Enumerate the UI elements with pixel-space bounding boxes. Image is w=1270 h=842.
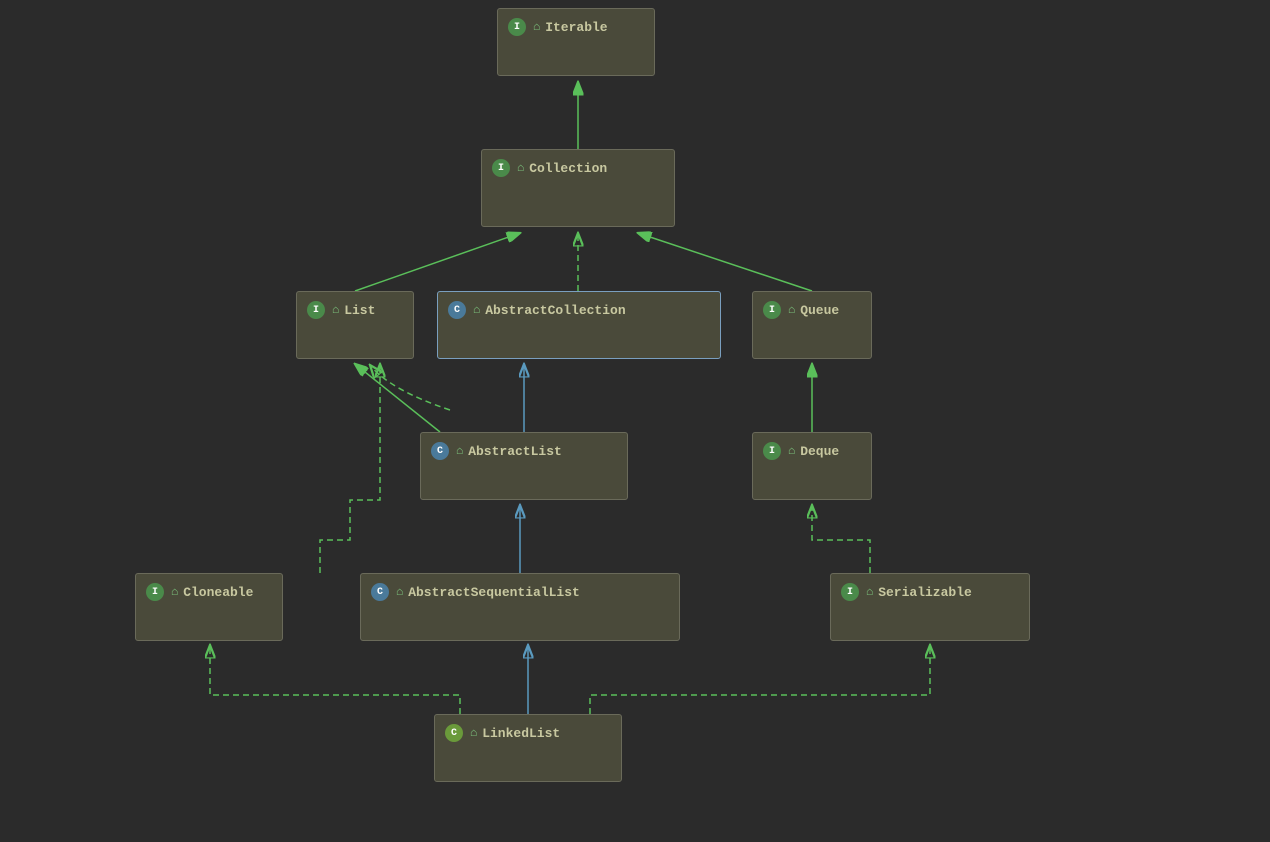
node-abstractlist-header: C ⌂ AbstractList bbox=[421, 433, 627, 469]
collection-body bbox=[482, 186, 674, 206]
cloneable-type-icon: I bbox=[146, 583, 164, 601]
abstractcollection-body bbox=[438, 328, 720, 348]
abstractcollection-label: AbstractCollection bbox=[485, 303, 625, 318]
list-label: List bbox=[344, 303, 375, 318]
deque-type-icon: I bbox=[763, 442, 781, 460]
node-linkedlist[interactable]: C ⌂ LinkedList bbox=[434, 714, 622, 782]
abstractlist-type-icon: C bbox=[431, 442, 449, 460]
queue-type-icon: I bbox=[763, 301, 781, 319]
serializable-label: Serializable bbox=[878, 585, 972, 600]
linkedlist-label: LinkedList bbox=[482, 726, 560, 741]
abstractlist-visibility-icon: ⌂ bbox=[456, 444, 463, 458]
node-serializable-header: I ⌂ Serializable bbox=[831, 574, 1029, 610]
abstractcollection-visibility-icon: ⌂ bbox=[473, 303, 480, 317]
abstractsequentiallist-visibility-icon: ⌂ bbox=[396, 585, 403, 599]
node-collection-header: I ⌂ Collection bbox=[482, 150, 674, 186]
arrows-svg bbox=[0, 0, 1270, 842]
collection-type-icon: I bbox=[492, 159, 510, 177]
iterable-label: Iterable bbox=[545, 20, 607, 35]
node-list[interactable]: I ⌂ List bbox=[296, 291, 414, 359]
linkedlist-body bbox=[435, 751, 621, 771]
iterable-visibility-icon: ⌂ bbox=[533, 20, 540, 34]
list-visibility-icon: ⌂ bbox=[332, 303, 339, 317]
cloneable-label: Cloneable bbox=[183, 585, 253, 600]
deque-visibility-icon: ⌂ bbox=[788, 444, 795, 458]
node-list-header: I ⌂ List bbox=[297, 292, 413, 328]
node-linkedlist-header: C ⌂ LinkedList bbox=[435, 715, 621, 751]
deque-label: Deque bbox=[800, 444, 839, 459]
node-queue-header: I ⌂ Queue bbox=[753, 292, 871, 328]
node-collection[interactable]: I ⌂ Collection bbox=[481, 149, 675, 227]
node-deque-header: I ⌂ Deque bbox=[753, 433, 871, 469]
linkedlist-type-icon: C bbox=[445, 724, 463, 742]
queue-body bbox=[753, 328, 871, 348]
node-abstractcollection-header: C ⌂ AbstractCollection bbox=[438, 292, 720, 328]
cloneable-visibility-icon: ⌂ bbox=[171, 585, 178, 599]
abstractsequentiallist-body bbox=[361, 610, 679, 630]
queue-label: Queue bbox=[800, 303, 839, 318]
node-serializable[interactable]: I ⌂ Serializable bbox=[830, 573, 1030, 641]
serializable-type-icon: I bbox=[841, 583, 859, 601]
collection-visibility-icon: ⌂ bbox=[517, 161, 524, 175]
node-abstractcollection[interactable]: C ⌂ AbstractCollection bbox=[437, 291, 721, 359]
list-type-icon: I bbox=[307, 301, 325, 319]
abstractlist-body bbox=[421, 469, 627, 489]
node-abstractsequentiallist-header: C ⌂ AbstractSequentialList bbox=[361, 574, 679, 610]
serializable-visibility-icon: ⌂ bbox=[866, 585, 873, 599]
node-iterable[interactable]: I ⌂ Iterable bbox=[497, 8, 655, 76]
node-iterable-header: I ⌂ Iterable bbox=[498, 9, 654, 45]
linkedlist-visibility-icon: ⌂ bbox=[470, 726, 477, 740]
diagram-container: I ⌂ Iterable I ⌂ Collection I ⌂ List C ⌂… bbox=[0, 0, 1270, 842]
node-queue[interactable]: I ⌂ Queue bbox=[752, 291, 872, 359]
list-body bbox=[297, 328, 413, 348]
node-deque[interactable]: I ⌂ Deque bbox=[752, 432, 872, 500]
node-cloneable[interactable]: I ⌂ Cloneable bbox=[135, 573, 283, 641]
node-cloneable-header: I ⌂ Cloneable bbox=[136, 574, 282, 610]
node-abstractsequentiallist[interactable]: C ⌂ AbstractSequentialList bbox=[360, 573, 680, 641]
abstractcollection-type-icon: C bbox=[448, 301, 466, 319]
cloneable-body bbox=[136, 610, 282, 630]
queue-visibility-icon: ⌂ bbox=[788, 303, 795, 317]
node-abstractlist[interactable]: C ⌂ AbstractList bbox=[420, 432, 628, 500]
collection-label: Collection bbox=[529, 161, 607, 176]
serializable-body bbox=[831, 610, 1029, 630]
abstractsequentiallist-label: AbstractSequentialList bbox=[408, 585, 580, 600]
abstractsequentiallist-type-icon: C bbox=[371, 583, 389, 601]
iterable-body bbox=[498, 45, 654, 65]
iterable-type-icon: I bbox=[508, 18, 526, 36]
deque-body bbox=[753, 469, 871, 489]
abstractlist-label: AbstractList bbox=[468, 444, 562, 459]
